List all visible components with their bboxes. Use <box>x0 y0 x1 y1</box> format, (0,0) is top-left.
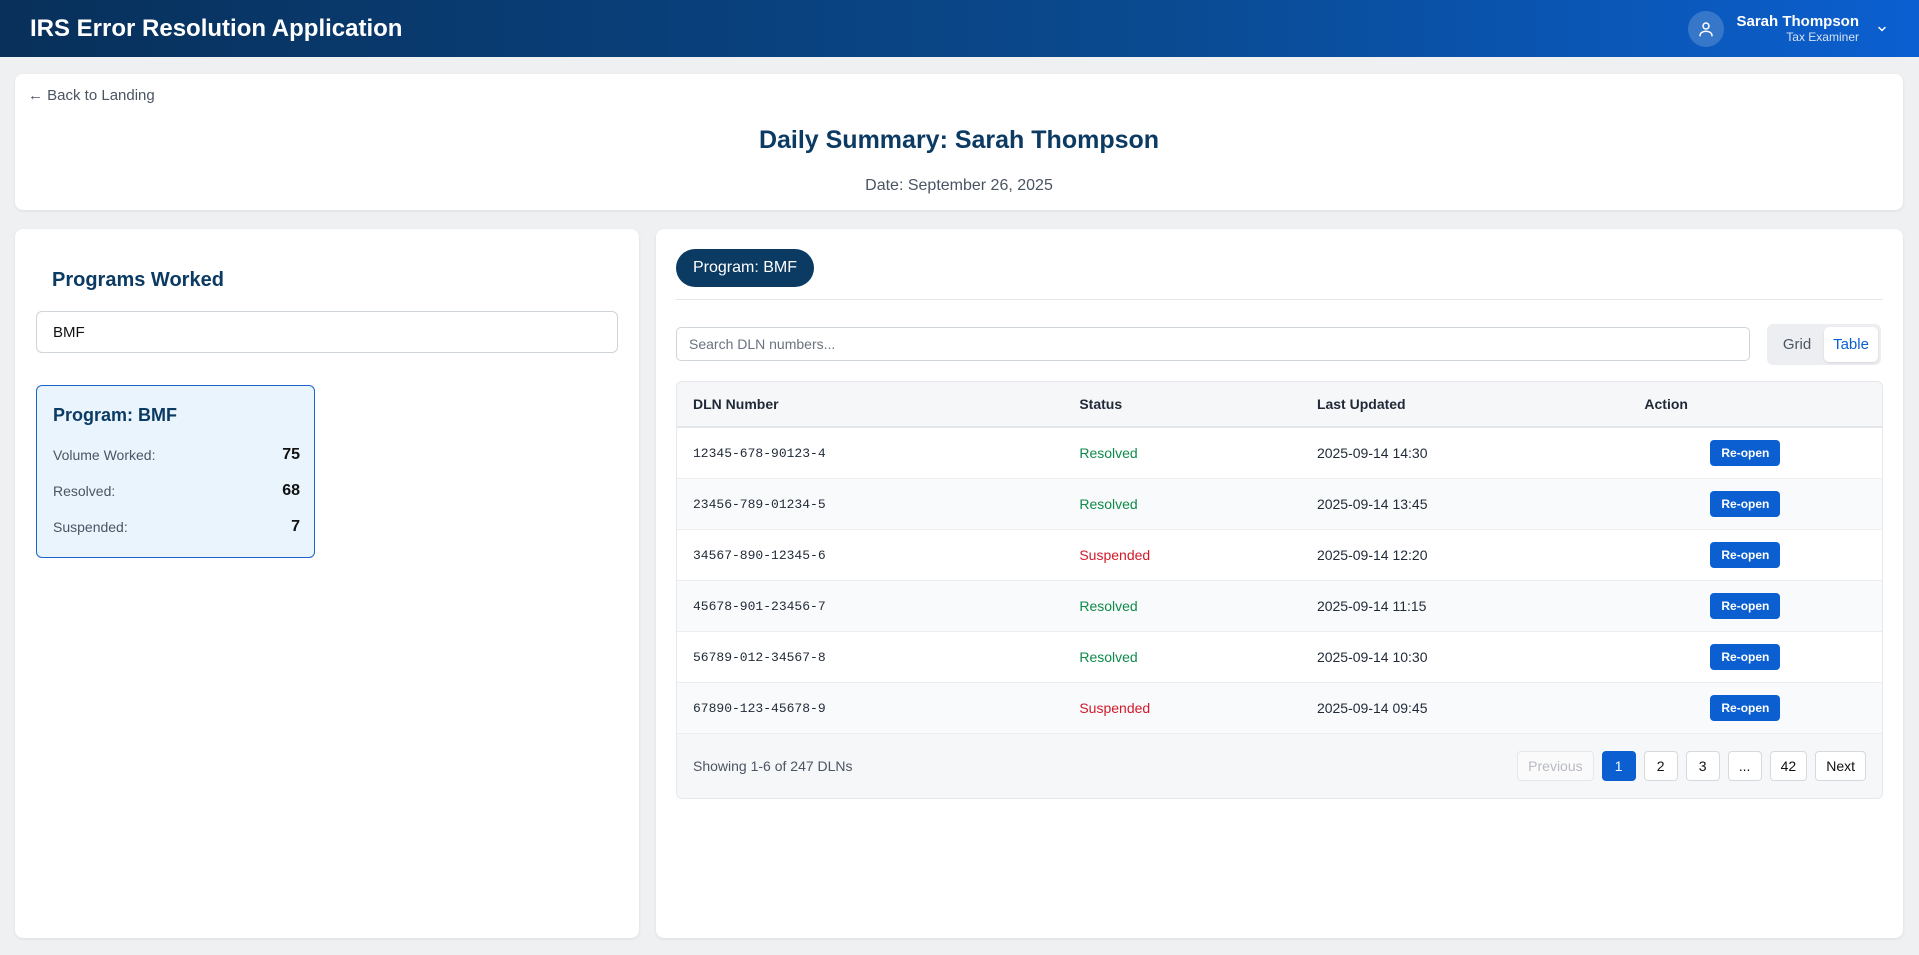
user-role: Tax Examiner <box>1786 30 1859 44</box>
reopen-button[interactable]: Re-open <box>1710 593 1781 619</box>
app-title: IRS Error Resolution Application <box>30 14 403 42</box>
status-cell: Suspended <box>1079 700 1151 716</box>
program-summary-card[interactable]: Program: BMF Volume Worked: 75 Resolved:… <box>36 385 315 558</box>
user-icon <box>1688 10 1725 47</box>
stat-value: 75 <box>282 446 300 463</box>
reopen-button[interactable]: Re-open <box>1710 440 1781 466</box>
updated-cell: 2025-09-14 13:45 <box>1316 496 1428 512</box>
table-row: 12345-678-90123-4 Resolved 2025-09-14 14… <box>677 428 1882 479</box>
table-footer: Showing 1-6 of 247 DLNs Previous 1 2 3 .… <box>677 734 1882 798</box>
next-page-button[interactable]: Next <box>1815 751 1866 781</box>
grid-view-button[interactable]: Grid <box>1770 327 1824 362</box>
stat-label: Volume Worked: <box>53 447 156 463</box>
status-cell: Resolved <box>1079 649 1138 665</box>
status-cell: Resolved <box>1079 496 1138 512</box>
stat-row-resolved: Resolved: 68 <box>53 482 300 500</box>
column-header-action: Action <box>1644 396 1688 412</box>
updated-cell: 2025-09-14 10:30 <box>1316 649 1428 665</box>
reopen-button[interactable]: Re-open <box>1710 695 1781 721</box>
dln-cell: 45678-901-23456-7 <box>693 598 826 614</box>
summary-header-card: ← Back to Landing Daily Summary: Sarah T… <box>15 74 1903 210</box>
programs-panel: Programs Worked Program: BMF Volume Work… <box>15 229 639 938</box>
column-header-last-updated: Last Updated <box>1316 396 1406 412</box>
dln-table: DLN Number Status Last Updated Action 12… <box>676 381 1883 799</box>
previous-page-button[interactable]: Previous <box>1517 751 1594 781</box>
top-navigation-bar: IRS Error Resolution Application Sarah T… <box>0 0 1919 57</box>
divider <box>676 299 1883 300</box>
table-row: 56789-012-34567-8 Resolved 2025-09-14 10… <box>677 632 1882 683</box>
stat-label: Resolved: <box>53 483 116 499</box>
dln-cell: 56789-012-34567-8 <box>693 649 826 665</box>
table-body: 12345-678-90123-4 Resolved 2025-09-14 14… <box>677 428 1882 734</box>
stat-row-suspended: Suspended: 7 <box>53 518 300 536</box>
table-row: 67890-123-45678-9 Suspended 2025-09-14 0… <box>677 683 1882 734</box>
pagination: Previous 1 2 3 ... 42 Next <box>1509 751 1866 781</box>
page-title: Daily Summary: Sarah Thompson <box>758 126 1160 154</box>
updated-cell: 2025-09-14 09:45 <box>1316 700 1428 716</box>
table-row: 23456-789-01234-5 Resolved 2025-09-14 13… <box>677 479 1882 530</box>
dln-detail-panel: Program: BMF Grid Table DLN Number Statu… <box>656 229 1903 938</box>
back-to-landing-link[interactable]: ← Back to Landing <box>28 87 155 104</box>
dln-cell: 34567-890-12345-6 <box>693 547 826 563</box>
user-info: Sarah Thompson Tax Examiner <box>1736 13 1859 44</box>
updated-cell: 2025-09-14 14:30 <box>1316 445 1428 461</box>
table-header: DLN Number Status Last Updated Action <box>677 382 1882 428</box>
reopen-button[interactable]: Re-open <box>1710 491 1781 517</box>
column-header-dln: DLN Number <box>693 396 779 412</box>
status-cell: Suspended <box>1079 547 1151 563</box>
view-toggle: Grid Table <box>1767 324 1881 365</box>
page-ellipsis: ... <box>1727 751 1762 781</box>
page-button-3[interactable]: 3 <box>1685 751 1720 781</box>
stat-value: 68 <box>282 482 300 499</box>
stat-label: Suspended: <box>53 519 128 535</box>
summary-date: Date: September 26, 2025 <box>865 177 1053 194</box>
stat-value: 7 <box>291 518 300 535</box>
program-card-title: Program: BMF <box>53 405 178 425</box>
status-cell: Resolved <box>1079 598 1138 614</box>
program-filter-input[interactable] <box>36 311 618 353</box>
dln-cell: 23456-789-01234-5 <box>693 496 826 512</box>
stat-row-volume: Volume Worked: 75 <box>53 446 300 464</box>
showing-count: Showing 1-6 of 247 DLNs <box>693 758 853 774</box>
table-view-button[interactable]: Table <box>1824 327 1878 362</box>
user-name: Sarah Thompson <box>1736 13 1859 30</box>
chevron-down-icon[interactable] <box>1875 22 1889 36</box>
page-button-2[interactable]: 2 <box>1643 751 1678 781</box>
programs-heading: Programs Worked <box>52 269 224 291</box>
column-header-status: Status <box>1079 396 1123 412</box>
updated-cell: 2025-09-14 11:15 <box>1316 598 1427 614</box>
reopen-button[interactable]: Re-open <box>1710 644 1781 670</box>
table-row: 34567-890-12345-6 Suspended 2025-09-14 1… <box>677 530 1882 581</box>
dln-cell: 12345-678-90123-4 <box>693 445 826 461</box>
dln-search-input[interactable] <box>676 327 1750 361</box>
updated-cell: 2025-09-14 12:20 <box>1316 547 1428 563</box>
page-button-1[interactable]: 1 <box>1601 751 1636 781</box>
table-row: 45678-901-23456-7 Resolved 2025-09-14 11… <box>677 581 1882 632</box>
reopen-button[interactable]: Re-open <box>1710 542 1781 568</box>
program-pill: Program: BMF <box>676 249 815 287</box>
dln-cell: 67890-123-45678-9 <box>693 700 826 716</box>
status-cell: Resolved <box>1079 445 1138 461</box>
user-menu[interactable]: Sarah Thompson Tax Examiner <box>1688 10 1889 47</box>
page-button-42[interactable]: 42 <box>1769 751 1808 781</box>
